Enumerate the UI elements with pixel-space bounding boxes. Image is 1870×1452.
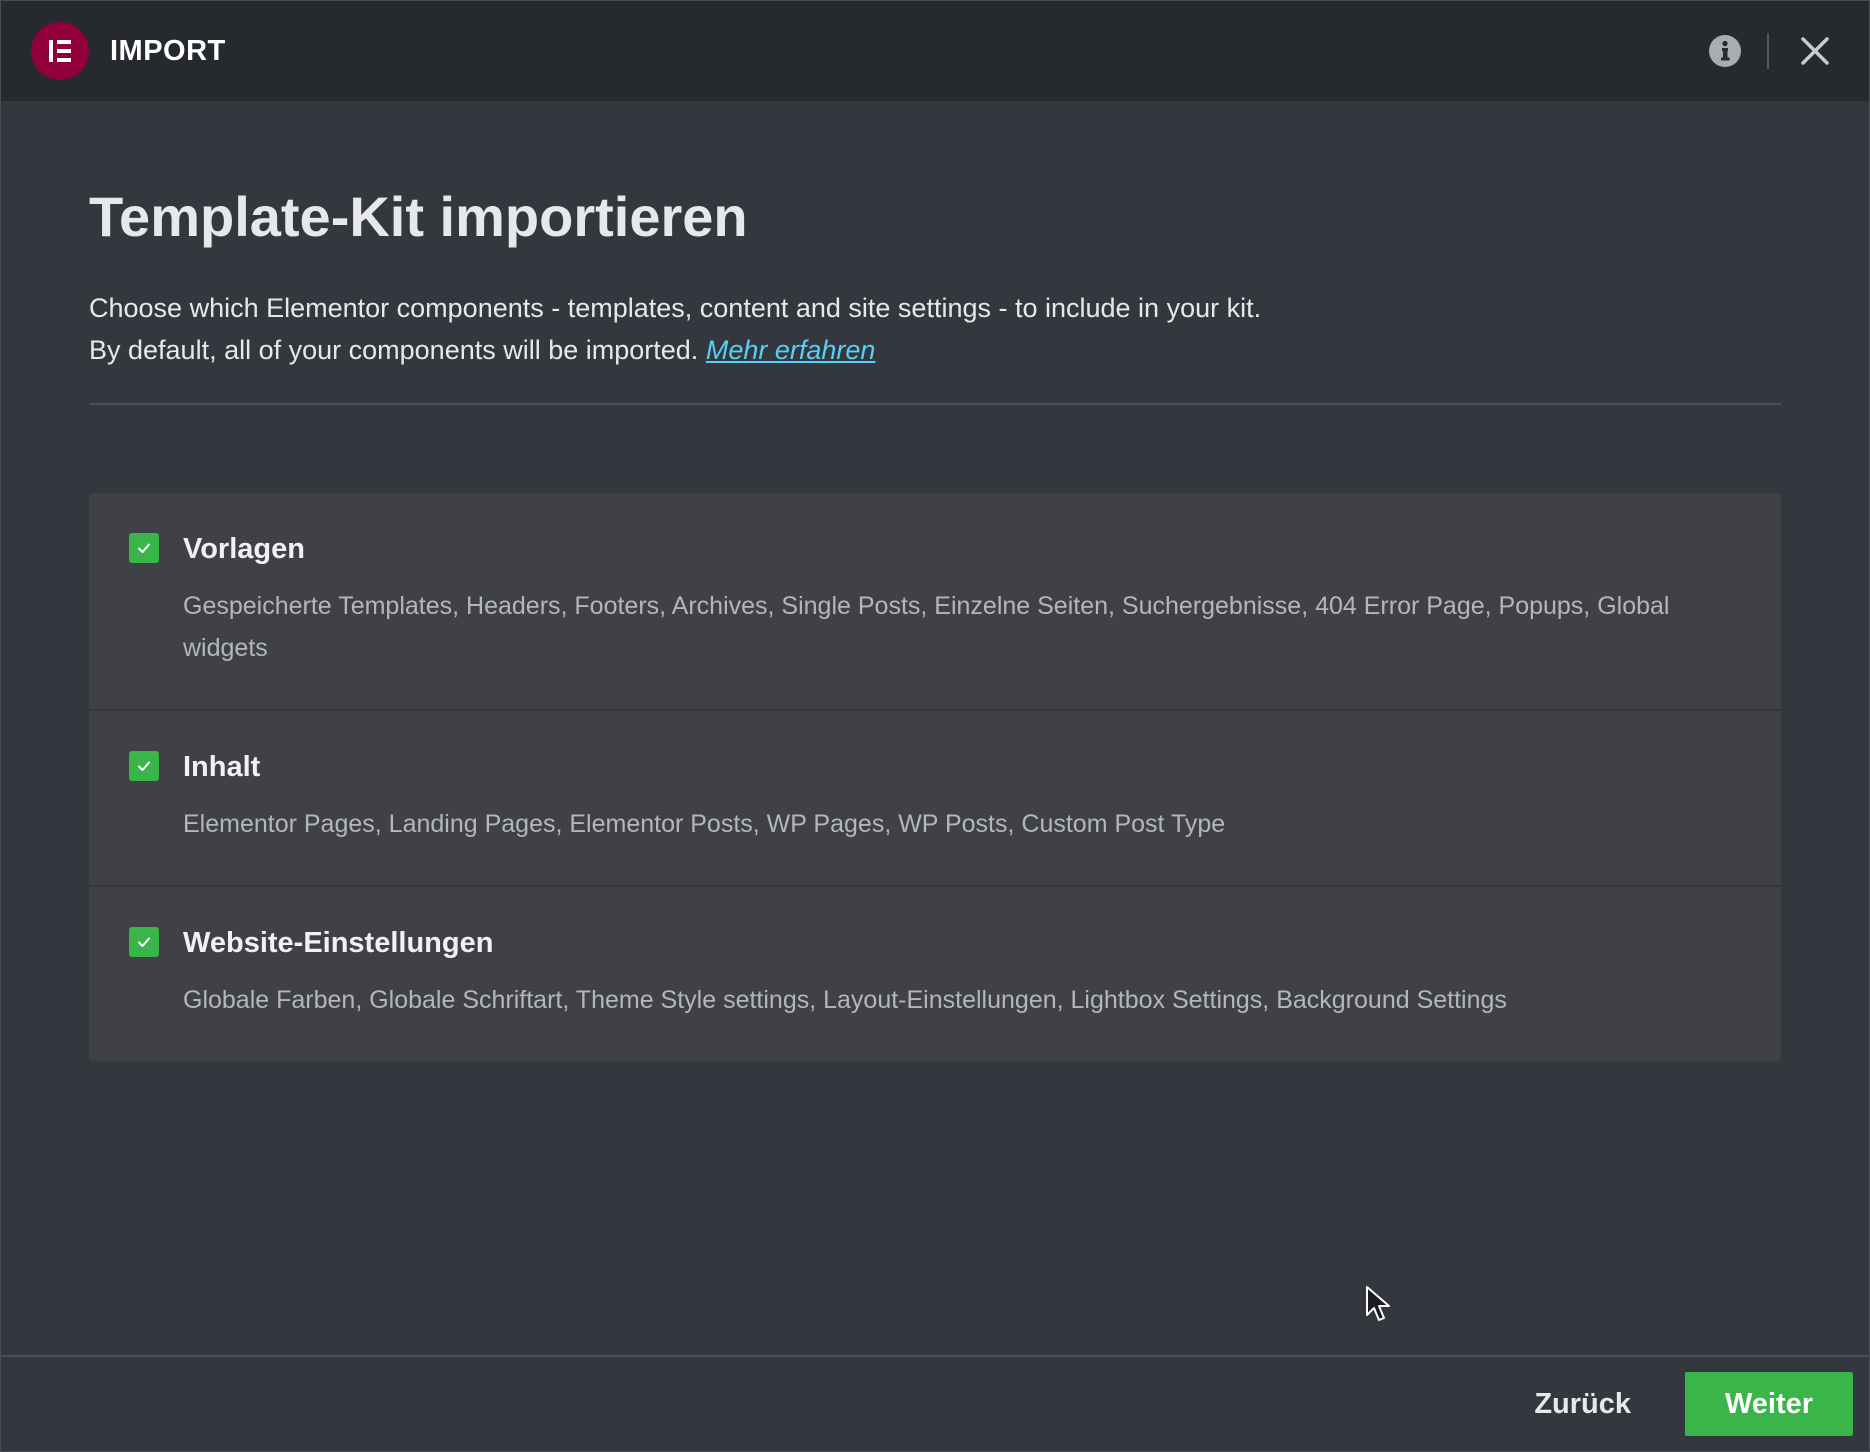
import-options-panel: Vorlagen Gespeicherte Templates, Headers… (89, 493, 1781, 1061)
mouse-cursor-icon (1366, 1286, 1390, 1321)
option-description: Gespeicherte Templates, Headers, Footers… (183, 592, 1670, 662)
checkmark-icon (138, 543, 150, 553)
dialog-title: IMPORT (110, 34, 226, 67)
intro-text: Choose which Elementor components - temp… (89, 287, 1781, 371)
close-icon (1801, 37, 1829, 65)
content-checkbox[interactable] (129, 751, 159, 781)
option-title: Website-Einstellungen (183, 927, 494, 959)
header-divider (1767, 33, 1769, 69)
checkmark-icon (138, 937, 150, 947)
option-site-settings[interactable]: Website-Einstellungen Globale Farben, Gl… (89, 887, 1781, 1061)
intro-line-2-text: By default, all of your components will … (89, 335, 699, 365)
page-title: Template-Kit importieren (89, 185, 748, 248)
elementor-logo-icon (31, 22, 89, 80)
option-description: Elementor Pages, Landing Pages, Elemento… (183, 810, 1226, 838)
option-templates[interactable]: Vorlagen Gespeicherte Templates, Headers… (89, 493, 1781, 711)
checkmark-icon (138, 761, 150, 771)
back-button[interactable]: Zurück (1534, 1388, 1631, 1421)
import-dialog: IMPORT Template-Kit importieren Choose w… (0, 0, 1870, 1452)
intro-line-1: Choose which Elementor components - temp… (89, 293, 1262, 323)
intro-line-2: By default, all of your components will … (89, 329, 1781, 371)
option-title: Vorlagen (183, 533, 305, 565)
close-button[interactable] (1791, 27, 1839, 75)
templates-checkbox[interactable] (129, 533, 159, 563)
dialog-footer: Zurück Weiter (1, 1355, 1869, 1451)
option-content[interactable]: Inhalt Elementor Pages, Landing Pages, E… (89, 711, 1781, 887)
option-description: Globale Farben, Globale Schriftart, Them… (183, 986, 1507, 1014)
dialog-header: IMPORT (1, 1, 1869, 101)
divider (89, 403, 1781, 405)
dialog-body: Template-Kit importieren Choose which El… (1, 101, 1869, 1061)
learn-more-link[interactable]: Mehr erfahren (706, 335, 876, 365)
site-settings-checkbox[interactable] (129, 927, 159, 957)
option-title: Inhalt (183, 751, 261, 783)
info-icon (1709, 35, 1741, 67)
elementor-logo-glyph (49, 40, 71, 62)
info-button[interactable] (1701, 27, 1749, 75)
next-button[interactable]: Weiter (1685, 1372, 1853, 1436)
